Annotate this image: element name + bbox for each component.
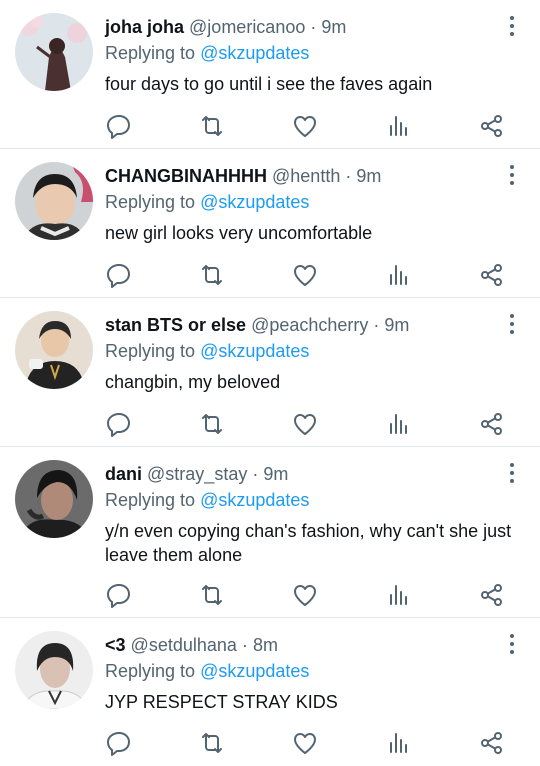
tweet-text: four days to go until i see the faves ag…: [105, 74, 433, 94]
tweet[interactable]: <3 @setdulhana · 8m Replying to @skzupda…: [0, 618, 540, 766]
tweet[interactable]: stan BTS or else @peachcherry · 9m Reply…: [0, 298, 540, 447]
like-icon[interactable]: [291, 581, 319, 609]
replying-to-label: Replying to: [105, 341, 196, 361]
avatar[interactable]: [15, 311, 93, 389]
analytics-icon[interactable]: [385, 581, 413, 609]
tweet-header: CHANGBINAHHHH @hentth · 9m: [105, 164, 520, 189]
timestamp[interactable]: 9m: [321, 17, 346, 37]
retweet-icon[interactable]: [198, 729, 226, 757]
reply-icon[interactable]: [105, 112, 133, 140]
mention-link[interactable]: @skzupdates: [200, 192, 309, 212]
more-options-icon[interactable]: [508, 165, 516, 187]
avatar[interactable]: [15, 13, 93, 91]
display-name[interactable]: <3: [105, 635, 126, 655]
share-icon[interactable]: [478, 729, 506, 757]
analytics-icon[interactable]: [385, 261, 413, 289]
analytics-icon[interactable]: [385, 410, 413, 438]
user-handle[interactable]: @jomericanoo: [189, 17, 305, 37]
tweet-header: dani @stray_stay · 9m: [105, 462, 520, 487]
avatar[interactable]: [15, 460, 93, 538]
tweet[interactable]: joha joha @jomericanoo · 9m Replying to …: [0, 0, 540, 149]
mention-link[interactable]: @skzupdates: [200, 43, 309, 63]
avatar-man-icon: [15, 311, 93, 389]
more-options-icon[interactable]: [508, 463, 516, 485]
avatar-man-icon: [15, 162, 93, 240]
tweet-header: <3 @setdulhana · 8m: [105, 633, 520, 658]
display-name[interactable]: dani: [105, 464, 142, 484]
like-icon[interactable]: [291, 261, 319, 289]
action-bar: [105, 581, 502, 609]
like-icon[interactable]: [291, 729, 319, 757]
action-bar: [105, 729, 502, 757]
retweet-icon[interactable]: [198, 581, 226, 609]
timestamp[interactable]: 9m: [384, 315, 409, 335]
mention-link[interactable]: @skzupdates: [200, 661, 309, 681]
action-bar: [105, 410, 502, 438]
separator-dot: ·: [241, 635, 248, 655]
user-handle[interactable]: @stray_stay: [147, 464, 247, 484]
tweet[interactable]: CHANGBINAHHHH @hentth · 9m Replying to @…: [0, 149, 540, 298]
share-icon[interactable]: [478, 410, 506, 438]
avatar[interactable]: [15, 631, 93, 709]
replying-to: Replying to @skzupdates: [105, 659, 520, 684]
replying-to: Replying to @skzupdates: [105, 190, 520, 215]
replying-to: Replying to @skzupdates: [105, 41, 520, 66]
display-name[interactable]: stan BTS or else: [105, 315, 246, 335]
like-icon[interactable]: [291, 410, 319, 438]
replying-to-label: Replying to: [105, 43, 196, 63]
analytics-icon[interactable]: [385, 729, 413, 757]
action-bar: [105, 261, 502, 289]
more-options-icon[interactable]: [508, 634, 516, 656]
tweet-text: new girl looks very uncomfortable: [105, 223, 373, 243]
replying-to: Replying to @skzupdates: [105, 339, 520, 364]
replying-to-label: Replying to: [105, 661, 196, 681]
more-options-icon[interactable]: [508, 314, 516, 336]
separator-dot: ·: [252, 464, 259, 484]
replying-to: Replying to @skzupdates: [105, 488, 520, 513]
more-options-icon[interactable]: [508, 16, 516, 38]
avatar[interactable]: [15, 162, 93, 240]
tweet-text: y/n even copying chan's fashion, why can…: [105, 521, 512, 565]
user-handle[interactable]: @hentth: [272, 166, 340, 186]
separator-dot: ·: [345, 166, 352, 186]
timestamp[interactable]: 8m: [253, 635, 278, 655]
reply-icon[interactable]: [105, 729, 133, 757]
tweet-text: JYP RESPECT STRAY KIDS: [105, 692, 338, 712]
analytics-icon[interactable]: [385, 112, 413, 140]
share-icon[interactable]: [478, 112, 506, 140]
avatar-woman-icon: [15, 13, 93, 91]
timestamp[interactable]: 9m: [263, 464, 288, 484]
tweet[interactable]: dani @stray_stay · 9m Replying to @skzup…: [0, 447, 540, 618]
retweet-icon[interactable]: [198, 261, 226, 289]
replying-to-label: Replying to: [105, 192, 196, 212]
share-icon[interactable]: [478, 581, 506, 609]
mention-link[interactable]: @skzupdates: [200, 341, 309, 361]
tweet-header: stan BTS or else @peachcherry · 9m: [105, 313, 520, 338]
user-handle[interactable]: @setdulhana: [131, 635, 237, 655]
display-name[interactable]: CHANGBINAHHHH: [105, 166, 267, 186]
separator-dot: ·: [310, 17, 317, 37]
reply-feed: joha joha @jomericanoo · 9m Replying to …: [0, 0, 540, 766]
mention-link[interactable]: @skzupdates: [200, 490, 309, 510]
retweet-icon[interactable]: [198, 112, 226, 140]
action-bar: [105, 112, 502, 140]
share-icon[interactable]: [478, 261, 506, 289]
separator-dot: ·: [373, 315, 380, 335]
like-icon[interactable]: [291, 112, 319, 140]
replying-to-label: Replying to: [105, 490, 196, 510]
tweet-header: joha joha @jomericanoo · 9m: [105, 15, 520, 40]
tweet-text: changbin, my beloved: [105, 372, 281, 392]
retweet-icon[interactable]: [198, 410, 226, 438]
avatar-man-icon: [15, 460, 93, 538]
display-name[interactable]: joha joha: [105, 17, 184, 37]
reply-icon[interactable]: [105, 410, 133, 438]
avatar-man-icon: [15, 631, 93, 709]
timestamp[interactable]: 9m: [356, 166, 381, 186]
user-handle[interactable]: @peachcherry: [251, 315, 368, 335]
reply-icon[interactable]: [105, 581, 133, 609]
reply-icon[interactable]: [105, 261, 133, 289]
